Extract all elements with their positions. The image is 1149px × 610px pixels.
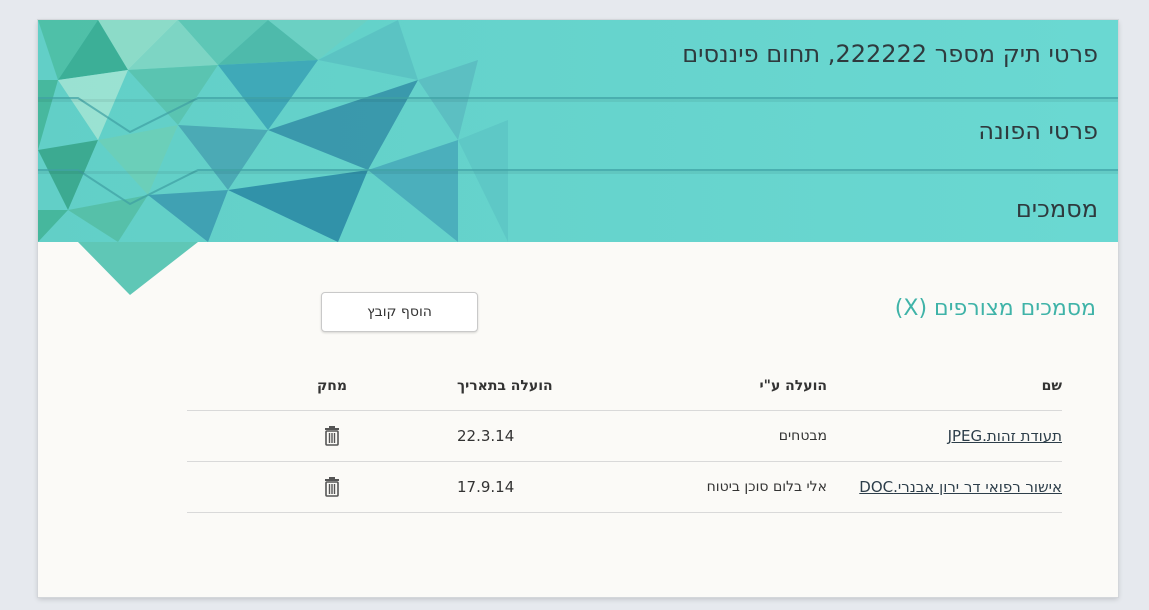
trash-icon[interactable] <box>324 477 340 497</box>
attached-documents-title: מסמכים מצורפים (X) <box>894 296 1096 321</box>
table-row: תעודת זהות.JPEG מבטחים 22.3.14 <box>187 411 1062 462</box>
uploaded-by: אלי בלום סוכן ביטוח <box>706 479 827 495</box>
case-card: פרטי תיק מספר 222222, תחום פיננסים פרטי … <box>38 20 1118 597</box>
add-file-button[interactable]: הוסף קובץ <box>321 292 478 332</box>
documents-bar[interactable]: מסמכים <box>1016 195 1098 223</box>
uploaded-by: מבטחים <box>778 428 827 444</box>
column-header-uploaded-by: הועלה ע"י <box>759 378 827 394</box>
column-header-uploaded-date: הועלה בתאריך <box>457 378 553 394</box>
column-header-delete: מחק <box>316 378 348 394</box>
documents-panel: מסמכים מצורפים (X) הוסף קובץ שם הועלה ע"… <box>38 242 1118 597</box>
file-name-link[interactable]: אישור רפואי דר ירון אבנרי.DOC <box>859 478 1062 496</box>
case-details-bar[interactable]: פרטי תיק מספר 222222, תחום פיננסים <box>682 40 1098 68</box>
uploaded-date: 22.3.14 <box>457 427 515 445</box>
uploaded-date: 17.9.14 <box>457 478 515 496</box>
documents-table: שם הועלה ע"י הועלה בתאריך מחק תעודת זהות… <box>187 362 1062 513</box>
trash-icon[interactable] <box>324 426 340 446</box>
table-header-row: שם הועלה ע"י הועלה בתאריך מחק <box>187 362 1062 411</box>
file-name-link[interactable]: תעודת זהות.JPEG <box>948 427 1062 445</box>
table-row: אישור רפואי דר ירון אבנרי.DOC אלי בלום ס… <box>187 462 1062 513</box>
applicant-details-bar[interactable]: פרטי הפונה <box>978 117 1098 145</box>
column-header-name: שם <box>1041 378 1062 394</box>
